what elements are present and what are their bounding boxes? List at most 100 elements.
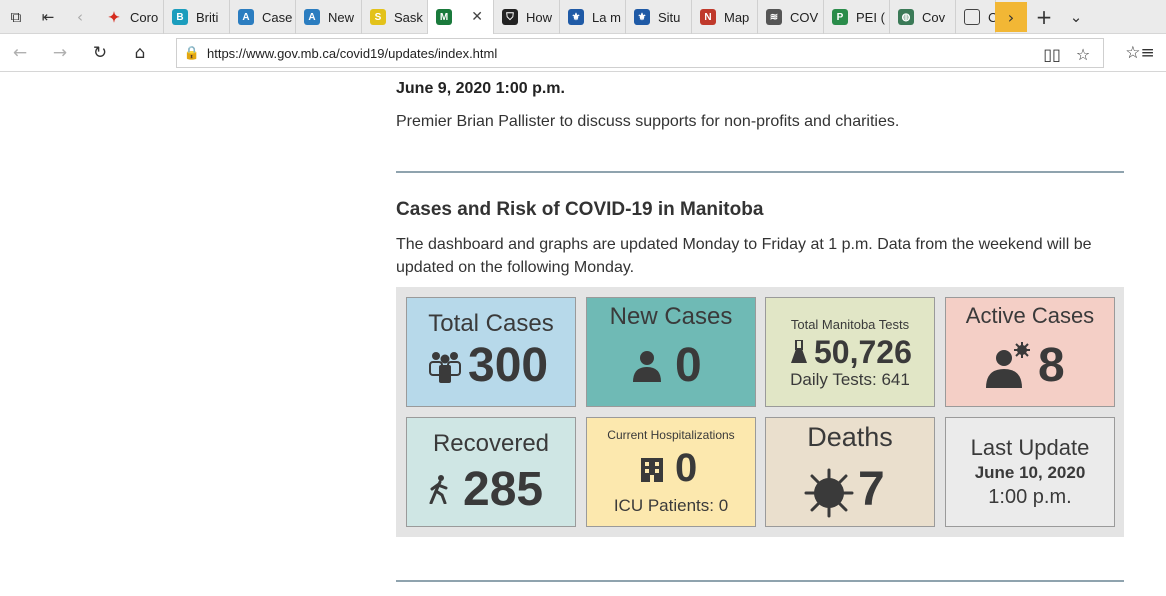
card-label: Deaths bbox=[807, 422, 893, 452]
tab-strip: ⧉ ⇤ ‹ ✦ Coro B Briti A Case A New S Sask… bbox=[0, 0, 1166, 35]
lock-icon: 🔒 bbox=[183, 45, 201, 61]
card-value: 0 bbox=[675, 339, 702, 392]
browser-tab[interactable]: ✦ Coro bbox=[98, 0, 164, 34]
card-label: New Cases bbox=[609, 303, 733, 330]
card-deaths[interactable]: Deaths 7 bbox=[765, 417, 935, 527]
tab-label: Case bbox=[262, 9, 293, 25]
ns-icon: ≋ bbox=[766, 9, 782, 25]
card-value: 8 bbox=[1038, 339, 1065, 392]
browser-tab[interactable]: ⛉ How bbox=[494, 0, 560, 34]
maple-leaf-icon: ✦ bbox=[108, 8, 120, 25]
divider bbox=[396, 171, 1124, 173]
card-hospitalizations[interactable]: Current Hospitalizations 0 ICU Patients:… bbox=[586, 417, 756, 527]
tab-label: COV bbox=[790, 9, 819, 25]
hospital-icon bbox=[641, 458, 663, 482]
bc-logo-icon: B bbox=[172, 9, 188, 25]
scroll-tabs-left-icon[interactable]: ‹ bbox=[64, 0, 96, 34]
globe-icon: ◍ bbox=[898, 9, 914, 25]
card-total-tests[interactable]: Total Manitoba Tests 50,726 Daily Tests:… bbox=[765, 297, 935, 407]
window-icon bbox=[964, 9, 980, 25]
divider bbox=[396, 580, 1124, 582]
tab-label: Situ bbox=[658, 9, 681, 25]
card-value: 285 bbox=[463, 463, 544, 516]
card-label: Active Cases bbox=[965, 303, 1095, 328]
card-label: Last Update bbox=[970, 435, 1090, 460]
section-title: Cases and Risk of COVID-19 in Manitoba bbox=[396, 199, 764, 220]
browser-tab[interactable]: N Map bbox=[692, 0, 758, 34]
browser-tab[interactable]: P PEI ( bbox=[824, 0, 890, 34]
browser-tab[interactable]: ◍ Cov bbox=[890, 0, 956, 34]
browser-tab[interactable]: A New bbox=[296, 0, 362, 34]
section-description: The dashboard and graphs are updated Mon… bbox=[396, 236, 1092, 276]
browser-tab[interactable]: A Case bbox=[230, 0, 296, 34]
icu-patients: ICU Patients: 0 bbox=[613, 496, 729, 515]
browser-tab[interactable]: C bbox=[956, 0, 996, 34]
tab-label: How bbox=[526, 9, 553, 25]
quebec-icon: ⚜ bbox=[568, 9, 584, 25]
tab-label: New bbox=[328, 9, 355, 25]
tab-label: Briti bbox=[196, 9, 219, 25]
quebec-icon: ⚜ bbox=[634, 9, 650, 25]
browser-tab[interactable]: S Sask bbox=[362, 0, 428, 34]
people-icon bbox=[429, 352, 461, 383]
set-aside-tabs-icon[interactable]: ⇤ bbox=[32, 0, 64, 34]
nb-map-icon: N bbox=[700, 9, 716, 25]
browser-tab-active[interactable]: M ✕ bbox=[428, 0, 494, 35]
favorite-star-icon[interactable]: ☆ bbox=[1070, 42, 1096, 66]
card-recovered[interactable]: Recovered 285 bbox=[406, 417, 576, 527]
card-last-update[interactable]: Last Update June 10, 2020 1:00 p.m. bbox=[945, 417, 1115, 527]
tab-label: PEI ( bbox=[856, 9, 885, 25]
person-virus-icon bbox=[986, 342, 1030, 388]
card-active-cases[interactable]: Active Cases 8 bbox=[945, 297, 1115, 407]
browser-tab[interactable]: ⚜ La m bbox=[560, 0, 626, 34]
tab-actions-icon[interactable]: ⧉ bbox=[0, 0, 32, 34]
card-label: Total Manitoba Tests bbox=[790, 317, 910, 332]
address-bar[interactable]: 🔒 https://www.gov.mb.ca/covid19/updates/… bbox=[176, 38, 1104, 68]
favorites-list-icon[interactable]: ☆≡ bbox=[1124, 38, 1156, 68]
tab-label: Cov bbox=[922, 9, 946, 25]
shield-icon: ⛉ bbox=[502, 9, 518, 25]
forward-icon[interactable]: → bbox=[44, 38, 76, 68]
card-label: Recovered bbox=[432, 430, 550, 457]
covid-dashboard: Total Cases 300 New Cases 0 Total Manito… bbox=[396, 287, 1124, 537]
navigation-bar: ← → ↻ ⌂ 🔒 https://www.gov.mb.ca/covid19/… bbox=[0, 34, 1166, 72]
virus-icon bbox=[804, 468, 854, 518]
tab-label: Sask bbox=[394, 9, 423, 25]
last-update-time: 1:00 p.m. bbox=[988, 486, 1072, 508]
url-text[interactable]: https://www.gov.mb.ca/covid19/updates/in… bbox=[207, 46, 497, 61]
update-date: June 9, 2020 1:00 p.m. bbox=[396, 80, 565, 97]
person-icon bbox=[633, 351, 661, 382]
card-value: 50,726 bbox=[814, 334, 912, 370]
card-label: Total Cases bbox=[428, 310, 554, 337]
reading-view-icon[interactable]: ▯▯ bbox=[1039, 42, 1065, 66]
pei-icon: P bbox=[832, 9, 848, 25]
refresh-icon[interactable]: ↻ bbox=[84, 38, 116, 68]
flask-icon bbox=[791, 340, 807, 363]
close-tab-icon[interactable]: ✕ bbox=[471, 9, 483, 25]
card-total-cases[interactable]: Total Cases 300 bbox=[406, 297, 576, 407]
saskatchewan-icon: S bbox=[370, 9, 386, 25]
card-value: 7 bbox=[858, 463, 885, 516]
tab-list-chevron-icon[interactable]: ⌄ bbox=[1060, 0, 1092, 34]
browser-tab[interactable]: ≋ COV bbox=[758, 0, 824, 34]
card-value: 300 bbox=[468, 339, 549, 392]
tab-label: La m bbox=[592, 9, 621, 25]
daily-tests: Daily Tests: 641 bbox=[790, 370, 910, 389]
alberta-icon: A bbox=[238, 9, 254, 25]
last-update-date: June 10, 2020 bbox=[974, 463, 1086, 482]
scroll-tabs-right-icon[interactable]: › bbox=[995, 2, 1027, 32]
manitoba-icon: M bbox=[436, 9, 452, 25]
tab-label: Coro bbox=[130, 9, 159, 25]
browser-tab[interactable]: B Briti bbox=[164, 0, 230, 34]
card-value: 0 bbox=[675, 446, 698, 490]
new-tab-icon[interactable]: + bbox=[1028, 0, 1060, 34]
alberta-icon: A bbox=[304, 9, 320, 25]
browser-tab[interactable]: ⚜ Situ bbox=[626, 0, 692, 34]
card-label: Current Hospitalizations bbox=[607, 428, 735, 442]
card-new-cases[interactable]: New Cases 0 bbox=[586, 297, 756, 407]
update-text: Premier Brian Pallister to discuss suppo… bbox=[396, 113, 900, 130]
walking-icon bbox=[429, 475, 448, 504]
back-icon[interactable]: ← bbox=[4, 38, 36, 68]
tab-label: Map bbox=[724, 9, 750, 25]
home-icon[interactable]: ⌂ bbox=[124, 38, 156, 68]
